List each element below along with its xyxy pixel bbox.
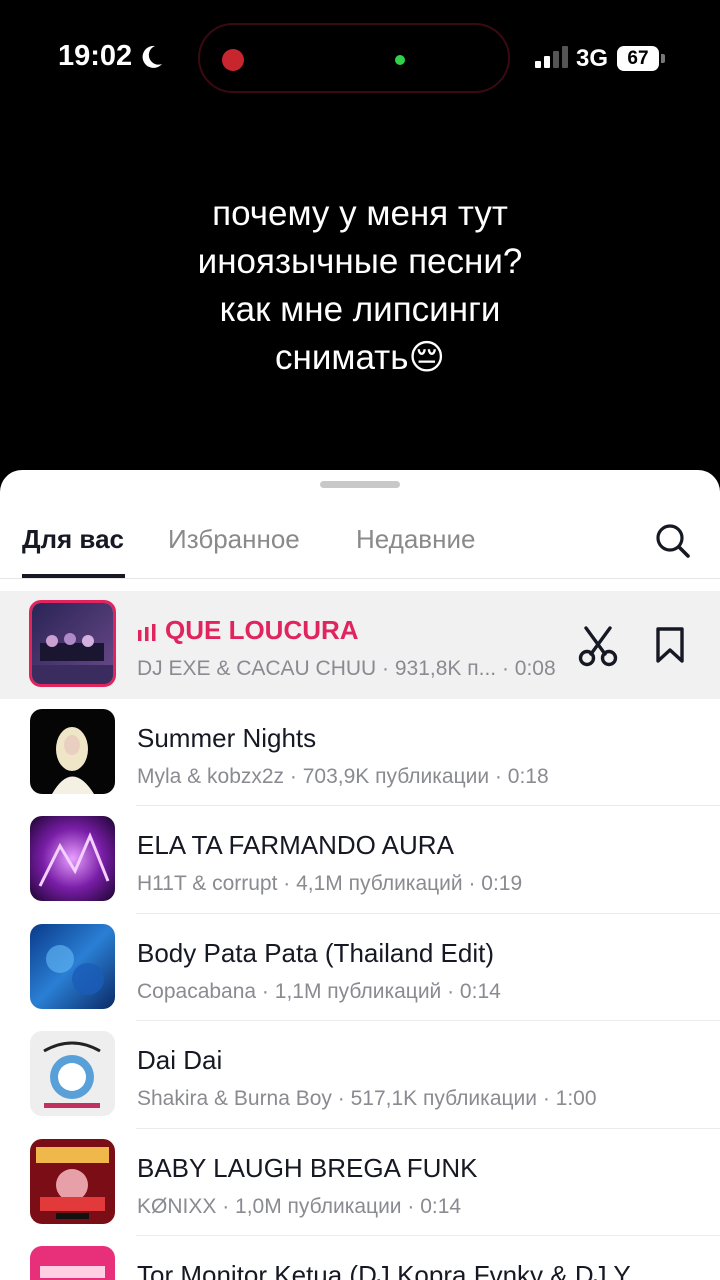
dynamic-island <box>198 23 510 93</box>
song-title: Dai Dai <box>137 1045 223 1075</box>
song-title: ELA TA FARMANDO AURA <box>137 830 454 860</box>
song-title: BABY LAUGH BREGA FUNK <box>137 1152 478 1183</box>
caption-line: иноязычные песни? <box>197 242 523 281</box>
sounds-sheet: Для вас Избранное Недавние QUE LOUCURA D… <box>0 470 720 1280</box>
song-title: Summer Nights <box>137 722 317 753</box>
recording-indicator <box>222 49 244 71</box>
battery-icon: 67 <box>617 46 659 71</box>
tab-recent[interactable]: Недавние <box>356 524 475 555</box>
battery-tip <box>661 54 665 63</box>
caption-line: почему у меня тут <box>212 194 508 233</box>
song-meta: DJ EXE & CACAU CHUU · 931,8K п... · 0:08 <box>137 657 556 680</box>
song-row[interactable]: Body Pata Pata (Thailand Edit) Copacaban… <box>0 914 720 1022</box>
song-row[interactable]: BABY LAUGH BREGA FUNK KØNIXX · 1,0M публ… <box>0 1129 720 1237</box>
moon-icon <box>142 45 162 68</box>
song-title: QUE LOUCURA <box>137 615 557 646</box>
song-meta: Copacabana · 1,1M публикаций · 0:14 <box>137 979 501 1003</box>
equalizer-icon <box>138 624 156 642</box>
song-meta: Myla & kobzx2z · 703,9K публикации · 0:1… <box>137 764 549 788</box>
search-icon[interactable] <box>654 522 692 560</box>
song-row[interactable]: ELA TA FARMANDO AURA H11T & corrupt · 4,… <box>0 806 720 914</box>
song-row[interactable]: Summer Nights Myla & kobzx2z · 703,9K пу… <box>0 699 720 807</box>
song-cover <box>30 708 115 794</box>
song-row[interactable]: Tor Monitor Ketua (DJ Kopra Fvnky & DJ Y… <box>0 1236 720 1280</box>
caption-line: как мне липсинги <box>219 290 501 329</box>
camera-indicator <box>395 55 405 65</box>
song-cover <box>30 1138 115 1224</box>
signal-icon <box>535 46 568 68</box>
song-title: Tor Monitor Ketua (DJ Kopra Fvnky & DJ Y… <box>137 1260 650 1280</box>
song-cover <box>30 1031 115 1116</box>
song-cover <box>30 1246 115 1280</box>
song-cover <box>30 816 115 901</box>
tab-bar: Для вас Избранное Недавние <box>0 506 720 579</box>
active-tab-indicator <box>22 574 125 578</box>
song-title: Body Pata Pata (Thailand Edit) <box>137 937 494 968</box>
caption-line: снимать😔 <box>275 338 445 377</box>
song-row[interactable]: Dai Dai Shakira & Burna Boy · 517,1K пуб… <box>0 1021 720 1129</box>
status-bar: 19:02 3G 67 <box>0 0 720 120</box>
song-list: QUE LOUCURA DJ EXE & CACAU CHUU · 931,8K… <box>0 591 720 1280</box>
status-time: 19:02 <box>58 40 133 72</box>
song-meta: Shakira & Burna Boy · 517,1K публикации … <box>137 1087 597 1110</box>
sheet-drag-handle[interactable] <box>320 481 400 488</box>
video-caption: почему у меня тут иноязычные песни? как … <box>60 190 660 382</box>
song-meta: H11T & corrupt · 4,1M публикаций · 0:19 <box>137 872 523 895</box>
song-row[interactable]: QUE LOUCURA DJ EXE & CACAU CHUU · 931,8K… <box>0 591 720 699</box>
bookmark-icon[interactable] <box>655 626 685 664</box>
network-type: 3G <box>576 45 609 72</box>
song-cover <box>30 923 115 1009</box>
tab-favorites[interactable]: Избранное <box>168 524 300 555</box>
scissors-icon[interactable] <box>577 625 619 667</box>
song-cover <box>29 600 116 687</box>
song-meta: KØNIXX · 1,0M публикации · 0:14 <box>137 1194 462 1218</box>
tab-for-you[interactable]: Для вас <box>22 524 124 555</box>
